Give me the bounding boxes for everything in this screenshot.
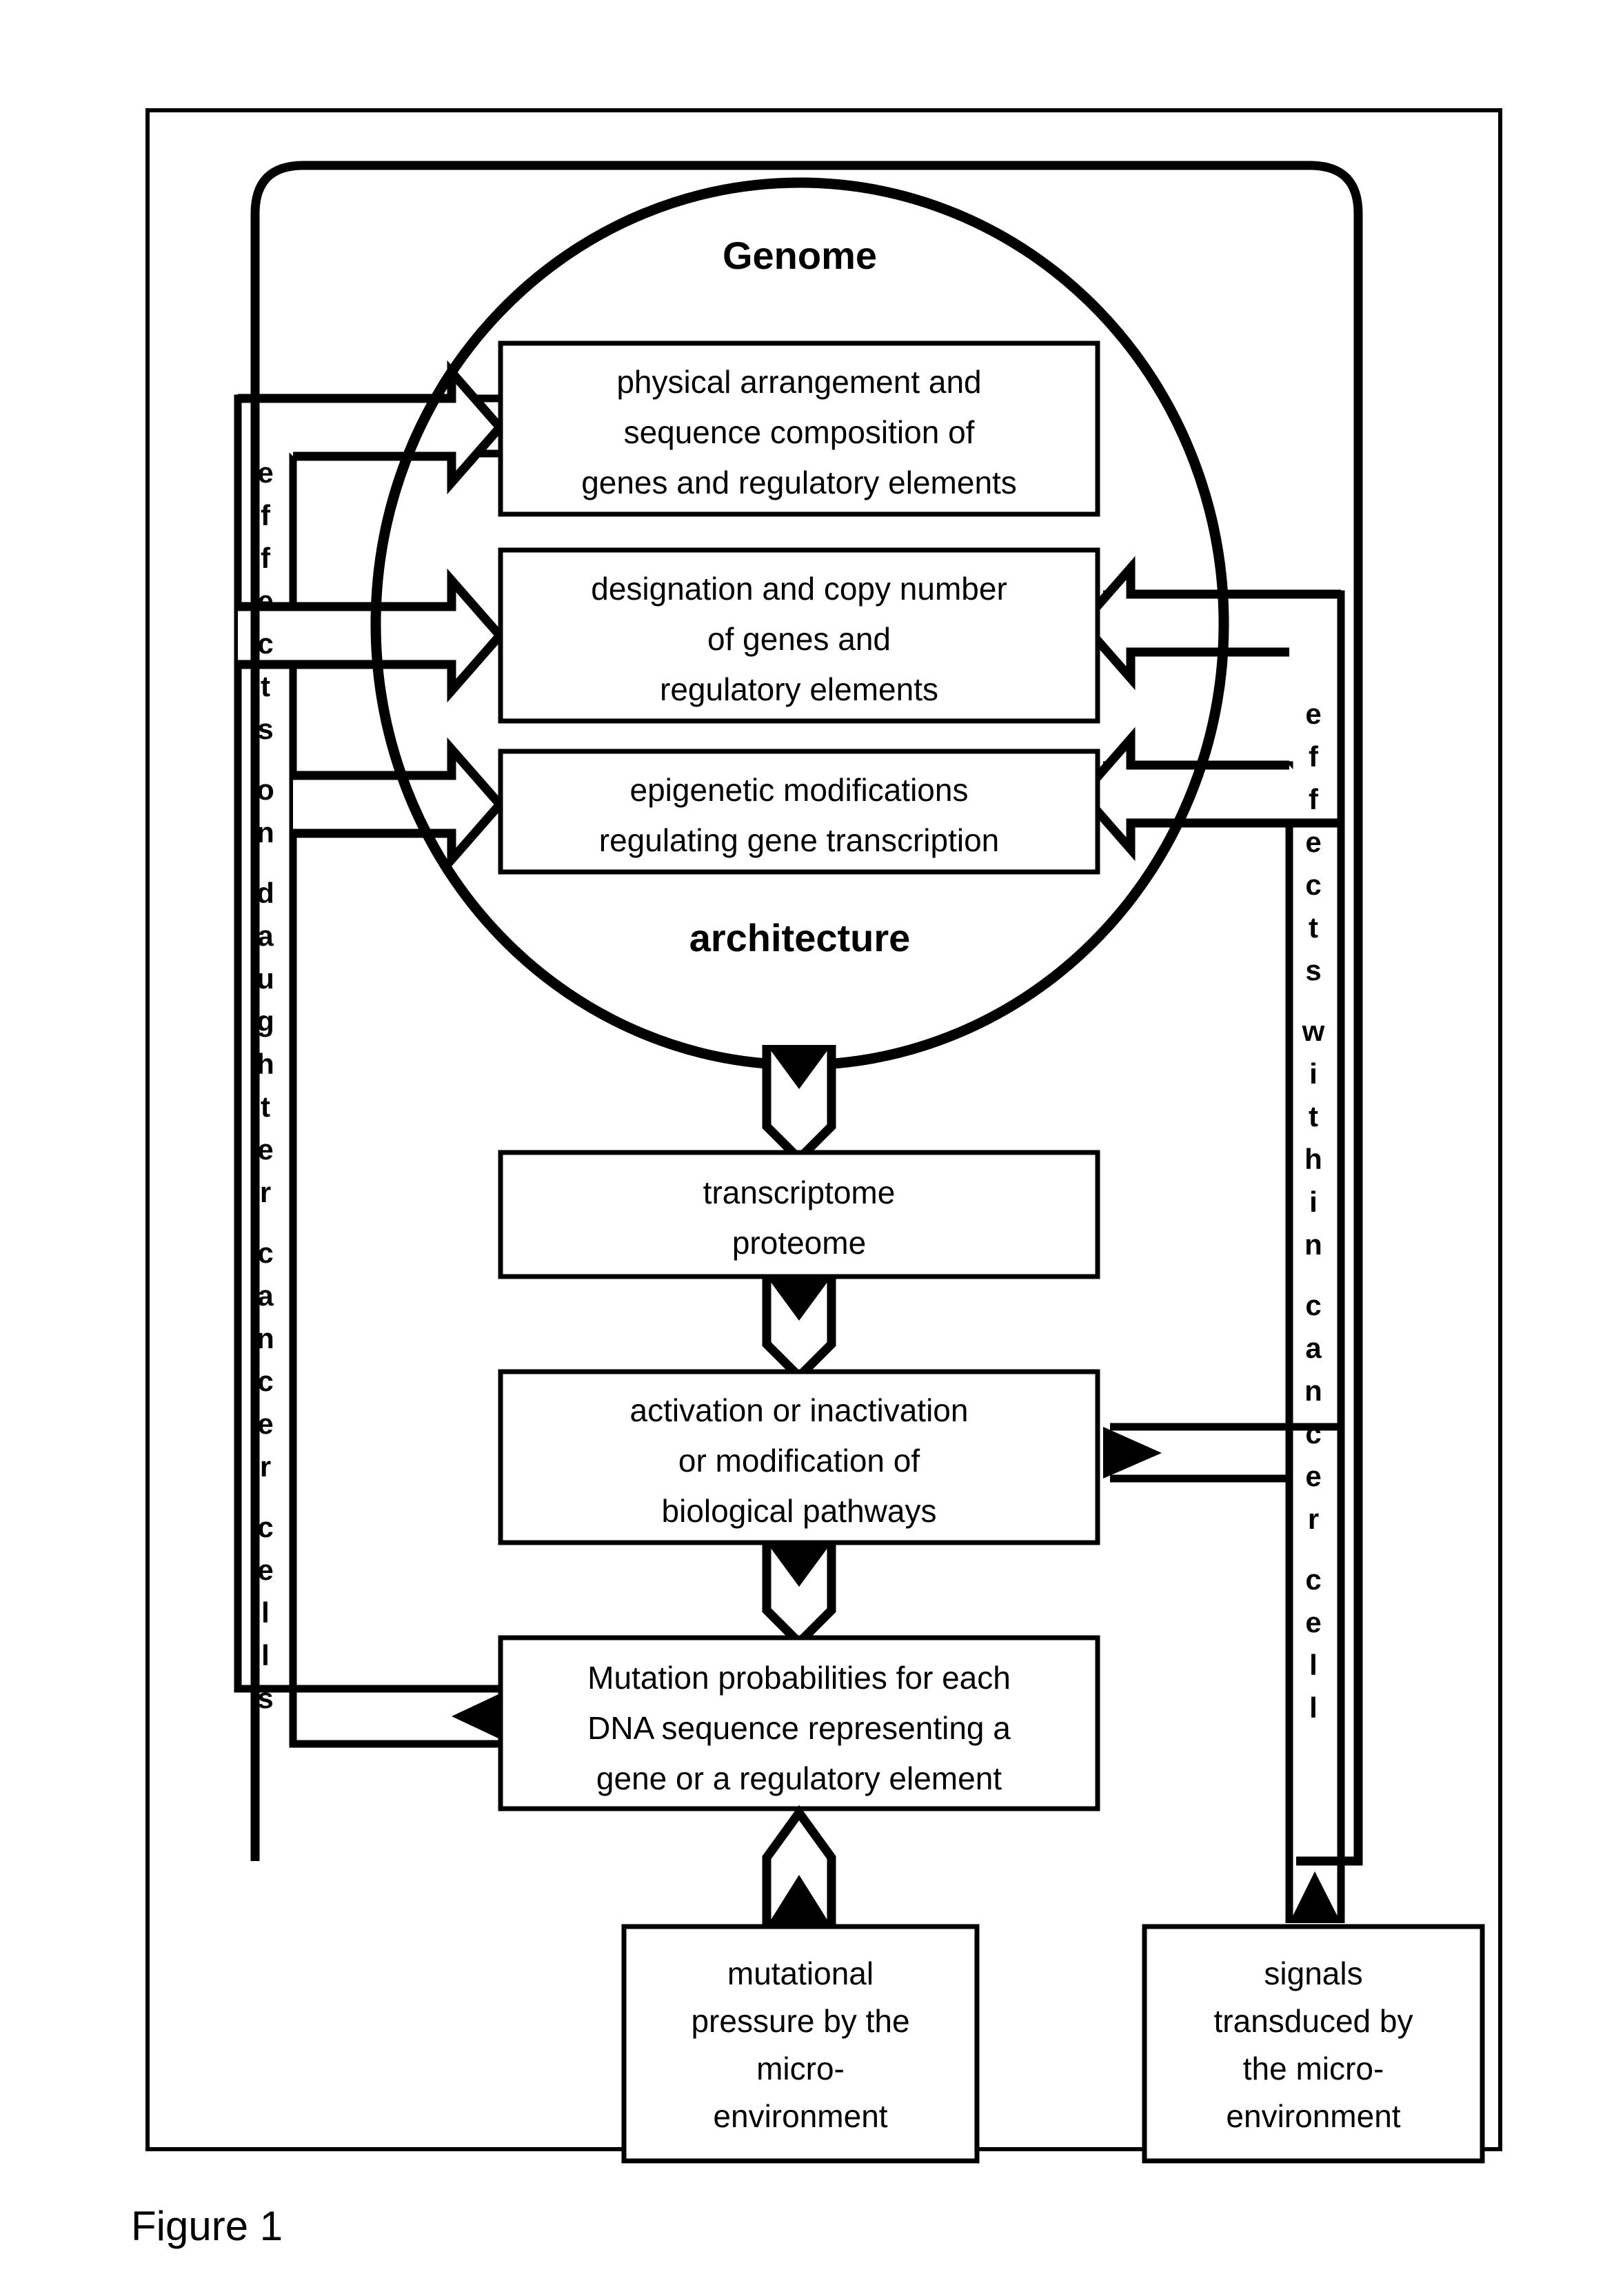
right-channel-letter: w [1302,1015,1325,1047]
right-channel-letter: f [1309,783,1319,815]
box-epigenetic-modifications: epigenetic modifications regulating gene… [498,749,1100,875]
right-channel-letter: i [1309,1057,1318,1090]
left-channel-letter: c [257,1365,273,1397]
box-line: environment [713,2098,887,2134]
box-biological-pathways: activation or inactivation or modificati… [498,1369,1100,1545]
box-line: environment [1226,2098,1400,2134]
right-channel-letter: l [1309,1691,1318,1724]
right-channel-letter: r [1308,1503,1319,1535]
box-line: Mutation probabilities for each [587,1660,1011,1696]
left-channel-letter: u [256,962,274,995]
left-channel-letter: a [257,1279,274,1312]
box-line: epigenetic modifications [630,772,969,808]
figure-root: Genome architecture physical arrangement… [0,0,1614,2296]
box-line: or modification of [678,1443,920,1479]
left-channel-letter: g [256,1005,274,1037]
right-channel-letter: c [1305,1563,1321,1596]
right-channel-letter: c [1305,1289,1321,1321]
box-line: the micro- [1243,2051,1384,2086]
box-line: physical arrangement and [616,364,981,400]
right-channel-letter: a [1305,1332,1322,1364]
left-channel-letter: f [261,542,271,574]
right-channel-letter: t [1309,911,1318,944]
left-channel-letter: e [257,1133,273,1166]
left-channel-letter: e [257,1408,273,1440]
box-line: biological pathways [662,1493,937,1529]
box-line: regulating gene transcription [599,822,999,858]
left-channel-letter: r [260,1176,271,1208]
left-channel-letter: t [261,1090,270,1123]
architecture-label: architecture [689,916,911,959]
figure-1-diagram: Genome architecture physical arrangement… [131,108,1502,2249]
left-channel-letter: e [257,456,273,489]
box-line: micro- [756,2051,845,2086]
left-channel-letter: f [261,499,271,531]
left-channel-letter: d [256,877,274,909]
right-channel-letter: n [1304,1374,1322,1407]
left-channel-letter: n [256,816,274,849]
box-designation-copy-number: designation and copy number of genes and… [498,547,1100,724]
genome-label: Genome [723,234,877,277]
box-transcriptome-proteome: transcriptome proteome [498,1150,1100,1279]
box-line: of genes and [707,621,891,657]
box-line: signals [1264,1955,1362,1991]
box-mutation-probabilities: Mutation probabilities for each DNA sequ… [498,1635,1100,1811]
left-channel-letter: a [257,920,274,952]
right-channel-letter: i [1309,1186,1318,1218]
left-channel-letter: c [257,627,273,660]
box-line: regulatory elements [660,671,938,707]
box-line: mutational [727,1955,874,1991]
left-channel-letter: s [257,713,273,745]
right-channel-letter: c [1305,1417,1321,1450]
right-channel-letter: f [1309,740,1319,773]
left-channel-letter: l [261,1596,270,1629]
left-channel-letter: s [257,1682,273,1714]
left-channel-letter: e [257,1554,273,1586]
box-physical-arrangement: physical arrangement and sequence compos… [498,341,1100,517]
box-line: pressure by the [691,2003,909,2039]
left-channel-letter: h [256,1048,274,1080]
right-channel-letter: e [1305,1606,1321,1638]
box-line: activation or inactivation [630,1392,969,1428]
right-channel-letter: n [1304,1228,1322,1261]
box-line: transduced by [1214,2003,1413,2039]
right-channel-letter: h [1304,1143,1322,1175]
left-channel-letter: r [260,1450,271,1483]
box-line: designation and copy number [591,571,1007,607]
right-channel-letter: l [1309,1649,1318,1681]
left-channel-letter: e [257,585,273,617]
arrow-architecture-to-transcriptome [762,1045,836,1166]
box-line: proteome [732,1225,866,1261]
box-line: genes and regulatory elements [581,465,1017,500]
right-channel-letter: e [1305,698,1321,730]
figure-caption: Figure 1 [131,2203,283,2249]
left-channel-letter: t [261,670,270,702]
left-channel-letter: o [256,773,274,806]
box-line: transcriptome [703,1175,896,1210]
right-channel-letter: e [1305,1460,1321,1492]
box-line: sequence composition of [624,414,975,450]
right-channel-letter: e [1305,826,1321,858]
left-channel-letter: l [261,1639,270,1672]
right-channel-letter: s [1305,954,1321,986]
right-channel-letter: c [1305,868,1321,901]
right-channel-letter: t [1309,1100,1318,1132]
box-line: DNA sequence representing a [587,1710,1011,1746]
left-channel-letter: c [257,1511,273,1543]
left-channel-letter: n [256,1322,274,1354]
box-line: gene or a regulatory element [596,1760,1002,1796]
left-channel-letter: c [257,1237,273,1269]
box-mutational-pressure: mutational pressure by the micro- enviro… [621,1924,980,2164]
box-signals-transduced: signals transduced by the micro- environ… [1142,1924,1485,2164]
